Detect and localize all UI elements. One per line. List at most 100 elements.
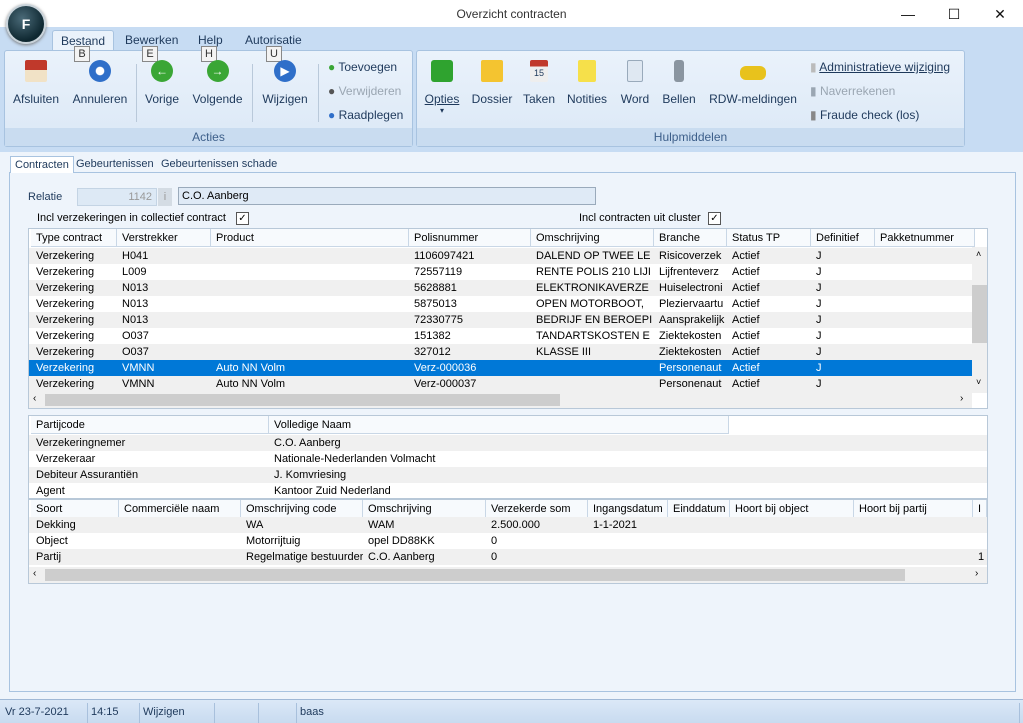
naverrekenen-button[interactable]: ▮ Naverrekenen xyxy=(810,84,895,98)
collectief-checkbox[interactable]: ✓ xyxy=(236,212,249,225)
vorige-button[interactable]: ← Vorige xyxy=(142,60,182,106)
scroll-left-icon[interactable]: ‹ xyxy=(33,568,36,579)
volgende-button[interactable]: → Volgende xyxy=(190,60,245,106)
table-cell: Actief xyxy=(732,362,760,374)
column-header[interactable]: Branche xyxy=(654,229,727,247)
column-header[interactable]: Type contract xyxy=(31,229,117,247)
table-row[interactable]: Verzekeraar Nationale-Nederlanden Volmach… xyxy=(29,451,987,467)
minimize-button[interactable]: — xyxy=(885,0,931,28)
scrollbar-thumb[interactable] xyxy=(45,394,560,406)
column-header[interactable]: Einddatum xyxy=(668,500,730,518)
info-icon[interactable]: i xyxy=(158,188,172,206)
annuleren-button[interactable]: Annuleren xyxy=(70,60,130,106)
scroll-up-icon[interactable]: ˄ xyxy=(976,249,981,259)
table-cell xyxy=(119,517,241,533)
table-cell: Personenaut xyxy=(659,378,722,390)
column-header[interactable]: Omschrijving xyxy=(531,229,654,247)
scroll-right-icon[interactable]: › xyxy=(960,393,963,404)
table-row[interactable]: Agent Kantoor Zuid Nederland xyxy=(29,483,987,498)
column-header[interactable]: Hoort bij partij xyxy=(854,500,973,518)
table-row[interactable]: Verzekering O037 151382 TANDARTSKOSTEN E Zie… xyxy=(29,328,987,344)
table-cell: WAM xyxy=(368,519,395,531)
table-cell: Object xyxy=(36,535,68,547)
column-header[interactable]: Hoort bij object xyxy=(730,500,854,518)
scrollbar-thumb[interactable] xyxy=(45,569,905,581)
column-header[interactable]: Pakketnummer xyxy=(875,229,975,247)
button-label: Fraude check (los) xyxy=(819,108,920,122)
vertical-scrollbar[interactable]: ˄ ˅ xyxy=(972,247,987,393)
word-button[interactable]: Word xyxy=(617,60,653,106)
table-row[interactable]: Verzekering O037 327012 KLASSE III Ziektekos… xyxy=(29,344,987,360)
column-header[interactable]: Product xyxy=(211,229,409,247)
horizontal-scrollbar[interactable]: ‹ › xyxy=(29,567,987,583)
raadplegen-button[interactable]: ● Raadplegen xyxy=(328,108,403,122)
column-header[interactable]: Verstrekker xyxy=(117,229,211,247)
table-row[interactable]: Verzekering VMNN Auto NN Volm Verz-000036 Pe… xyxy=(29,360,987,376)
table-cell xyxy=(854,517,973,533)
column-header[interactable]: I xyxy=(973,500,987,518)
verwijderen-button[interactable]: ● Verwijderen xyxy=(328,84,401,98)
folder-icon xyxy=(481,60,503,82)
close-button[interactable]: ✕ xyxy=(977,0,1023,28)
scrollbar-thumb[interactable] xyxy=(972,285,987,343)
separator xyxy=(318,64,319,122)
column-header[interactable]: Partijcode xyxy=(31,416,269,434)
opties-button[interactable]: Opties ▾ xyxy=(422,60,462,115)
table-row[interactable]: Verzekeringnemer C.O. Aanberg xyxy=(29,435,987,451)
fraude-check-button[interactable]: ▮ Fraude check (los) xyxy=(810,108,919,122)
table-row[interactable]: Verzekering L009 72557119 RENTE POLIS 210 L… xyxy=(29,264,987,280)
tab-gebeurtenissen[interactable]: Gebeurtenissen xyxy=(72,156,158,173)
column-header[interactable]: Verzekerde som xyxy=(486,500,588,518)
column-header[interactable]: Omschrijving xyxy=(363,500,486,518)
dossier-button[interactable]: Dossier xyxy=(470,60,514,106)
table-row[interactable]: Debiteur Assurantiën J. Komvriesing xyxy=(29,467,987,483)
tab-contracten[interactable]: Contracten xyxy=(10,156,74,173)
wijzigen-button[interactable]: ▶ Wijzigen xyxy=(259,60,311,106)
tab-gebeurtenissen-schade[interactable]: Gebeurtenissen schade xyxy=(157,156,281,173)
scroll-left-icon[interactable]: ‹ xyxy=(33,393,36,404)
column-header[interactable]: Volledige Naam xyxy=(269,416,729,434)
table-cell: 151382 xyxy=(414,330,451,342)
afsluiten-button[interactable]: Afsluiten xyxy=(12,60,60,106)
table-row[interactable]: Verzekering VMNN Auto NN Volm Verz-000037 Pe… xyxy=(29,376,987,392)
column-header[interactable]: Omschrijving code xyxy=(241,500,363,518)
relatie-number-field: 1142 xyxy=(77,188,157,206)
column-header[interactable]: Ingangsdatum xyxy=(588,500,668,518)
taken-button[interactable]: 15 Taken xyxy=(521,60,557,106)
arrow-left-icon: ← xyxy=(151,60,173,82)
scroll-down-icon[interactable]: ˅ xyxy=(976,377,981,387)
table-row[interactable]: Verzekering H041 1106097421 DALEND OP TWEE … xyxy=(29,248,987,264)
horizontal-scrollbar[interactable]: ‹ › xyxy=(29,392,972,408)
notities-button[interactable]: Notities xyxy=(564,60,610,106)
column-header[interactable]: Soort xyxy=(31,500,119,518)
options-cube-icon xyxy=(431,60,453,82)
table-cell xyxy=(211,296,409,312)
table-cell xyxy=(875,248,975,264)
table-row[interactable]: Object Motorrijtuig opel DD88KK 0 xyxy=(29,533,987,549)
table-cell: Risicoverzek xyxy=(659,250,722,262)
application-menu-button[interactable]: F xyxy=(6,4,46,44)
rdw-meldingen-button[interactable]: RDW-meldingen xyxy=(706,60,800,106)
table-cell: 0 xyxy=(491,535,498,547)
table-row[interactable]: Verzekering N013 5875013 OPEN MOTORBOOT, Ple… xyxy=(29,296,987,312)
toevoegen-button[interactable]: ● Toevoegen xyxy=(328,60,397,74)
table-row[interactable]: Verzekering N013 5628881 ELEKTRONIKAVERZE Hu… xyxy=(29,280,987,296)
administratieve-wijziging-button[interactable]: ▮ Administratieve wijziging xyxy=(810,60,950,74)
table-row[interactable]: Partij Regelmatige bestuurder C.O. Aanberg… xyxy=(29,549,987,565)
table-row[interactable]: Verzekering N013 72330775 BEDRIJF EN BEROEP… xyxy=(29,312,987,328)
button-label: Volgende xyxy=(192,92,243,106)
maximize-button[interactable]: ☐ xyxy=(931,0,977,28)
column-header[interactable]: Polisnummer xyxy=(409,229,531,247)
table-row[interactable]: Dekking WA WAM 2.500.000 1-1-2021 xyxy=(29,517,987,533)
button-label: Taken xyxy=(522,92,556,106)
table-cell xyxy=(211,280,409,296)
column-header[interactable]: Status TP xyxy=(727,229,811,247)
table-cell: OPEN MOTORBOOT, xyxy=(536,298,644,310)
column-header[interactable]: Definitief xyxy=(811,229,875,247)
scroll-right-icon[interactable]: › xyxy=(975,568,978,579)
table-cell: Verzekering xyxy=(36,362,95,374)
bellen-button[interactable]: Bellen xyxy=(660,60,698,106)
table-cell xyxy=(854,549,973,565)
column-header[interactable]: Commerciële naam xyxy=(119,500,241,518)
cluster-checkbox[interactable]: ✓ xyxy=(708,212,721,225)
